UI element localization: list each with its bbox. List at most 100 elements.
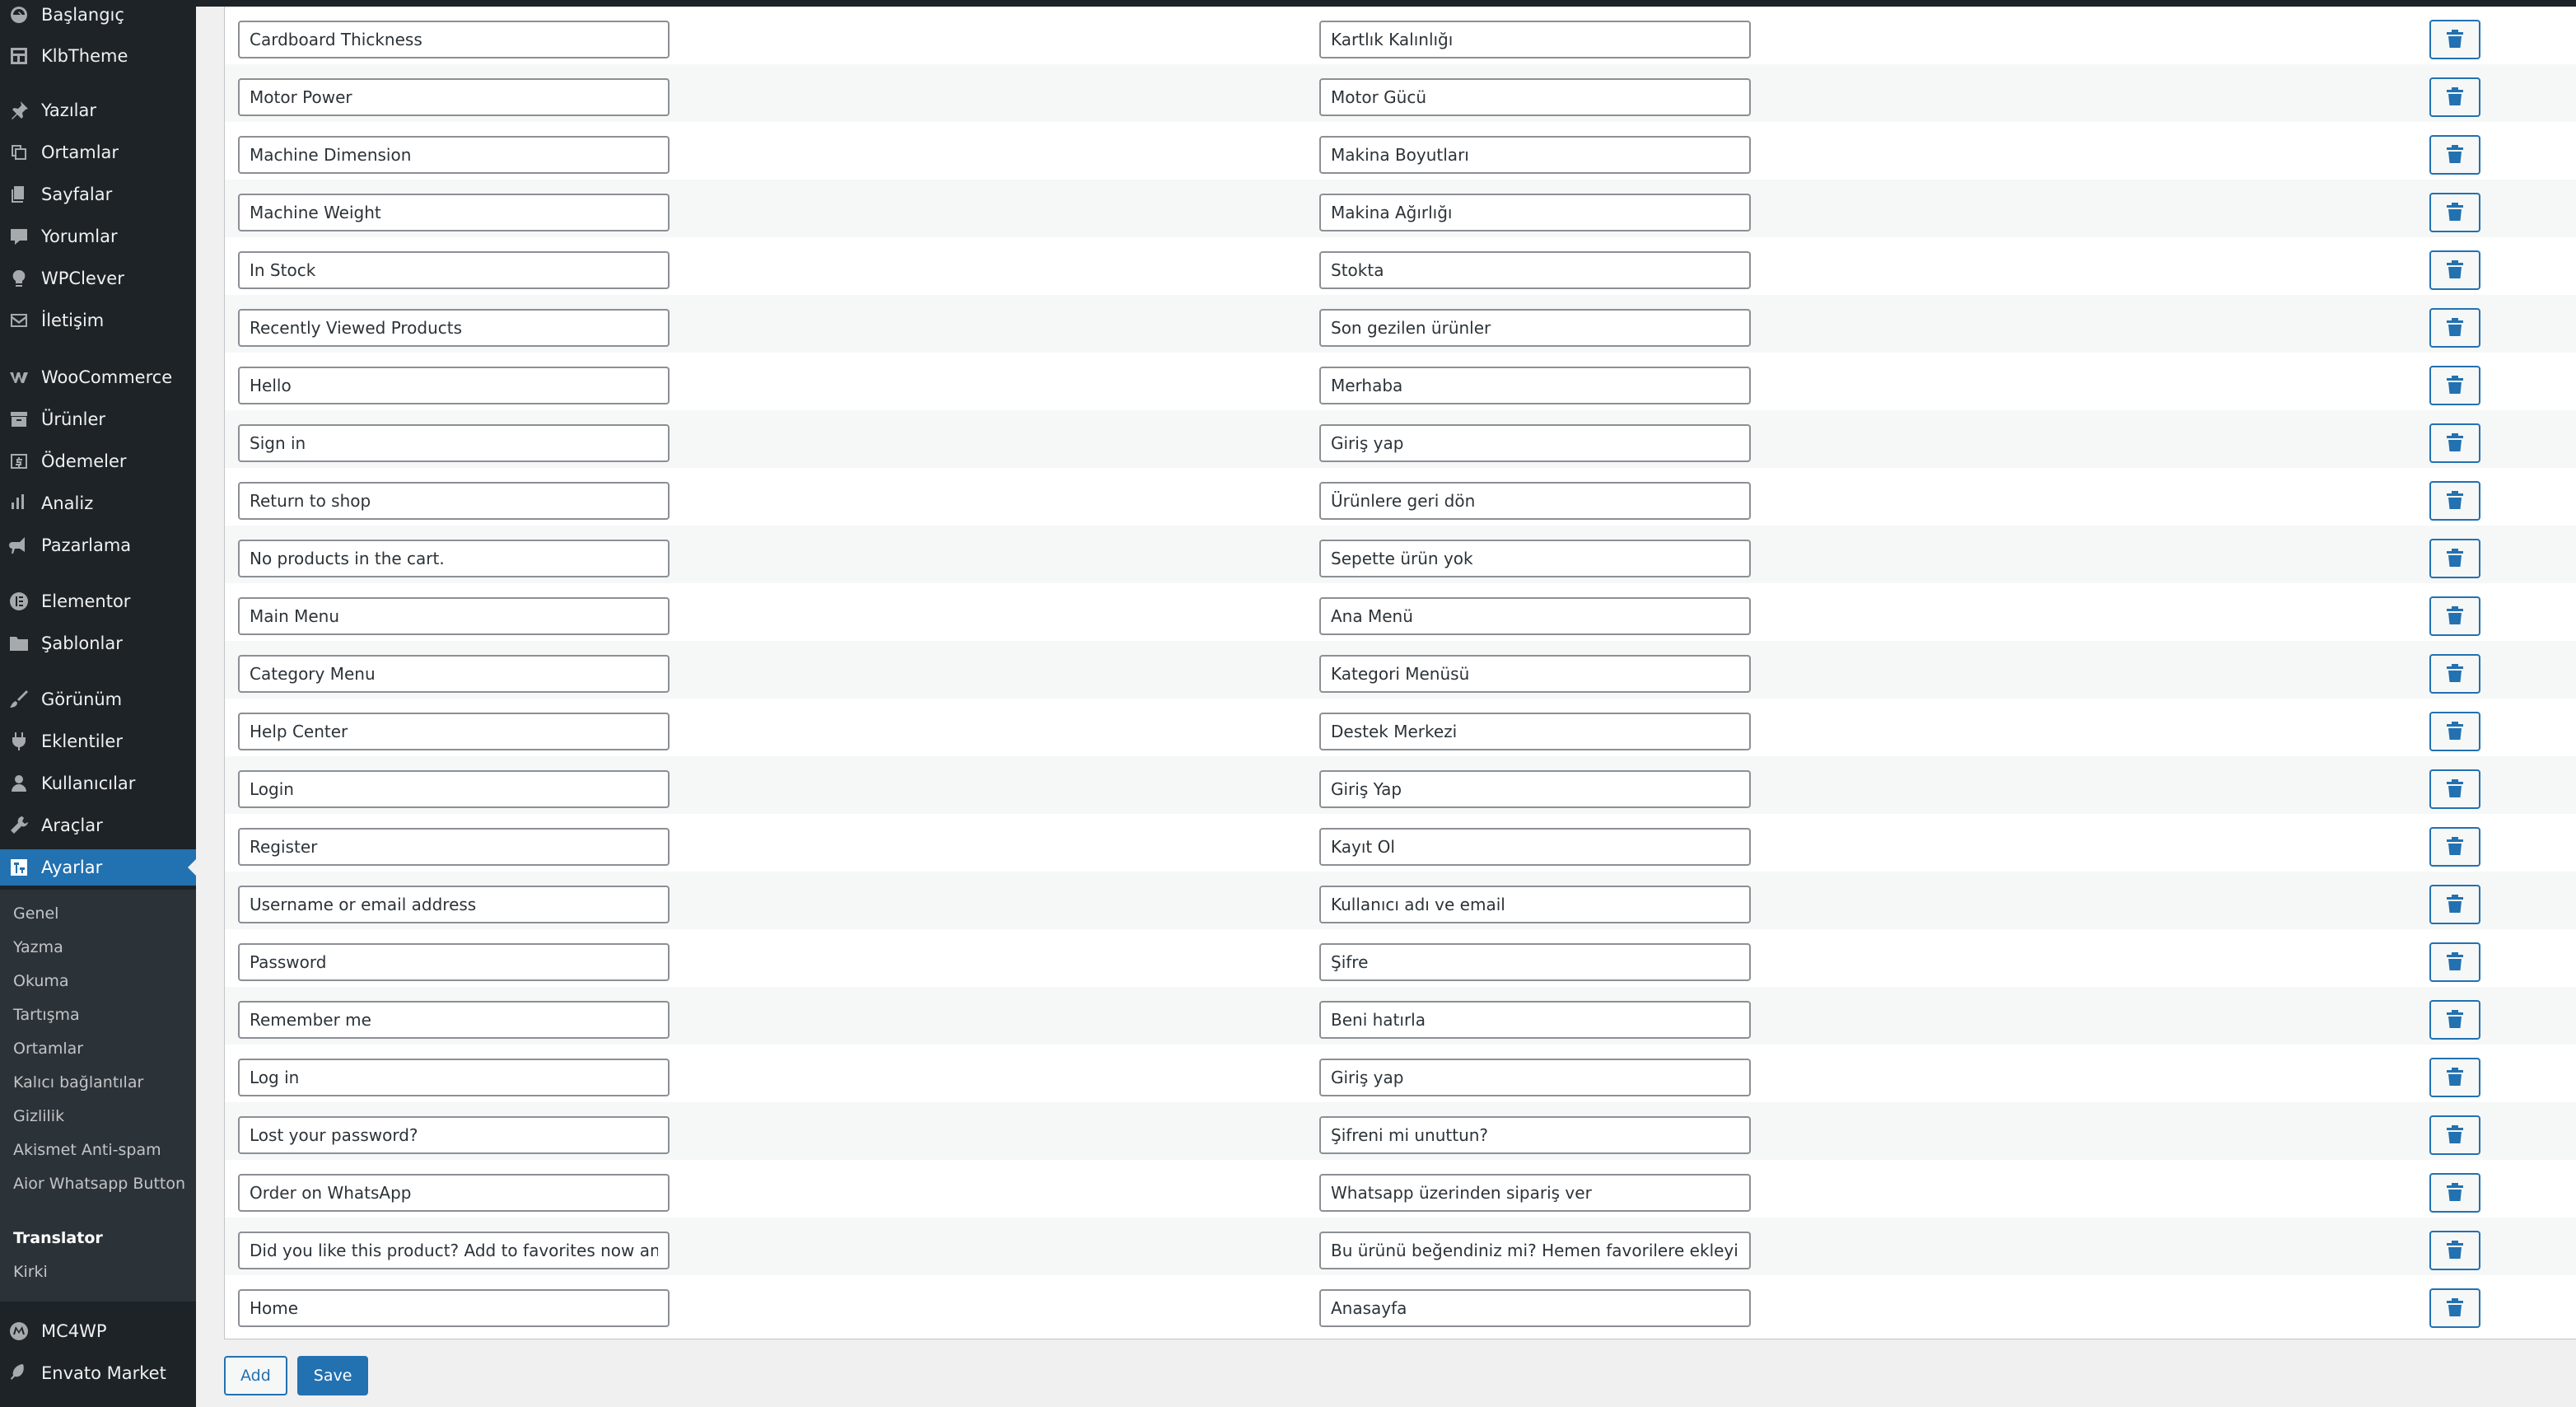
sidebar-item-sayfalar[interactable]: Sayfalar: [0, 176, 196, 213]
submenu-item[interactable]: Genel: [13, 903, 186, 924]
delete-row-button[interactable]: [2429, 539, 2480, 578]
source-text-input[interactable]: [238, 21, 670, 58]
delete-row-button[interactable]: [2429, 654, 2480, 694]
submenu-item[interactable]: Ortamlar: [13, 1038, 186, 1059]
sidebar-item-ablonlar[interactable]: Şablonlar: [0, 625, 196, 661]
translation-text-input[interactable]: [1319, 828, 1751, 866]
delete-row-button[interactable]: [2429, 885, 2480, 924]
source-text-input[interactable]: [238, 482, 670, 520]
source-text-input[interactable]: [238, 655, 670, 693]
translation-text-input[interactable]: [1319, 1289, 1751, 1327]
submenu-item[interactable]: Okuma: [13, 970, 186, 992]
sidebar-item-woocommerce[interactable]: WooCommerce: [0, 359, 196, 395]
delete-row-button[interactable]: [2429, 423, 2480, 463]
sidebar-item-ortamlar[interactable]: Ortamlar: [0, 134, 196, 171]
translation-text-input[interactable]: [1319, 309, 1751, 347]
delete-row-button[interactable]: [2429, 1115, 2480, 1155]
delete-row-button[interactable]: [2429, 308, 2480, 348]
translation-text-input[interactable]: [1319, 1116, 1751, 1154]
delete-row-button[interactable]: [2429, 712, 2480, 751]
add-button[interactable]: Add: [224, 1356, 287, 1395]
submenu-item[interactable]: Gizlilik: [13, 1106, 186, 1127]
translation-text-input[interactable]: [1319, 424, 1751, 462]
submenu-item[interactable]: Tartışma: [13, 1004, 186, 1026]
translation-text-input[interactable]: [1319, 1001, 1751, 1039]
source-text-input[interactable]: [238, 597, 670, 635]
submenu-item[interactable]: Translator: [13, 1227, 186, 1249]
submenu-item[interactable]: Yazma: [13, 937, 186, 958]
translation-text-input[interactable]: [1319, 194, 1751, 231]
delete-row-button[interactable]: [2429, 366, 2480, 405]
submenu-item[interactable]: Aior Whatsapp Button: [13, 1173, 186, 1194]
source-text-input[interactable]: [238, 540, 670, 577]
delete-row-button[interactable]: [2429, 827, 2480, 867]
save-button[interactable]: Save: [296, 1356, 369, 1395]
translation-text-input[interactable]: [1319, 540, 1751, 577]
source-text-input[interactable]: [238, 713, 670, 750]
translation-text-input[interactable]: [1319, 655, 1751, 693]
sidebar-item-klbtheme[interactable]: KlbTheme: [0, 38, 196, 74]
translation-text-input[interactable]: [1319, 21, 1751, 58]
translation-text-input[interactable]: [1319, 1059, 1751, 1096]
delete-row-button[interactable]: [2429, 596, 2480, 636]
sidebar-item-demeler[interactable]: Ödemeler: [0, 443, 196, 479]
delete-row-button[interactable]: [2429, 193, 2480, 232]
sidebar-item-wpclever[interactable]: WPClever: [0, 260, 196, 297]
sidebar-item-ba-lang[interactable]: Başlangıç: [0, 0, 196, 33]
delete-row-button[interactable]: [2429, 1058, 2480, 1097]
source-text-input[interactable]: [238, 1116, 670, 1154]
translation-text-input[interactable]: [1319, 482, 1751, 520]
sidebar-item-i-leti-im[interactable]: İletişim: [0, 302, 196, 339]
translation-text-input[interactable]: [1319, 1174, 1751, 1212]
source-text-input[interactable]: [238, 194, 670, 231]
delete-row-button[interactable]: [2429, 1288, 2480, 1328]
delete-row-button[interactable]: [2429, 769, 2480, 809]
sidebar-item-eklentiler[interactable]: Eklentiler: [0, 723, 196, 760]
sidebar-item-envato-market[interactable]: Envato Market: [0, 1355, 196, 1391]
source-text-input[interactable]: [238, 828, 670, 866]
translation-text-input[interactable]: [1319, 367, 1751, 404]
sidebar-item-g-r-n-m[interactable]: Görünüm: [0, 681, 196, 718]
source-text-input[interactable]: [238, 78, 670, 116]
source-text-input[interactable]: [238, 424, 670, 462]
delete-row-button[interactable]: [2429, 135, 2480, 175]
sidebar-item-analiz[interactable]: Analiz: [0, 485, 196, 521]
sidebar-item-kullan-c-lar[interactable]: Kullanıcılar: [0, 765, 196, 802]
translation-text-input[interactable]: [1319, 886, 1751, 923]
translation-text-input[interactable]: [1319, 597, 1751, 635]
source-text-input[interactable]: [238, 367, 670, 404]
delete-row-button[interactable]: [2429, 250, 2480, 290]
delete-row-button[interactable]: [2429, 20, 2480, 59]
delete-row-button[interactable]: [2429, 77, 2480, 117]
delete-row-button[interactable]: [2429, 942, 2480, 982]
translation-text-input[interactable]: [1319, 770, 1751, 808]
source-text-input[interactable]: [238, 1001, 670, 1039]
source-text-input[interactable]: [238, 1174, 670, 1212]
source-text-input[interactable]: [238, 136, 670, 174]
submenu-item[interactable]: Akismet Anti-spam: [13, 1139, 186, 1161]
sidebar-item-yorumlar[interactable]: Yorumlar: [0, 218, 196, 255]
source-text-input[interactable]: [238, 1059, 670, 1096]
source-text-input[interactable]: [238, 1289, 670, 1327]
delete-row-button[interactable]: [2429, 1231, 2480, 1270]
sidebar-item-elementor[interactable]: Elementor: [0, 583, 196, 619]
source-text-input[interactable]: [238, 1232, 670, 1269]
translation-text-input[interactable]: [1319, 943, 1751, 981]
sidebar-item-ara-lar[interactable]: Araçlar: [0, 807, 196, 844]
translation-text-input[interactable]: [1319, 251, 1751, 289]
translation-text-input[interactable]: [1319, 136, 1751, 174]
sidebar-item-mc4wp[interactable]: MC4WP: [0, 1313, 196, 1349]
submenu-item[interactable]: Kalıcı bağlantılar: [13, 1072, 186, 1093]
translation-text-input[interactable]: [1319, 1232, 1751, 1269]
source-text-input[interactable]: [238, 251, 670, 289]
delete-row-button[interactable]: [2429, 1173, 2480, 1213]
translation-text-input[interactable]: [1319, 78, 1751, 116]
sidebar-item-yaz-lar[interactable]: Yazılar: [0, 92, 196, 129]
delete-row-button[interactable]: [2429, 1000, 2480, 1040]
delete-row-button[interactable]: [2429, 481, 2480, 521]
source-text-input[interactable]: [238, 770, 670, 808]
source-text-input[interactable]: [238, 886, 670, 923]
submenu-item[interactable]: Kirki: [13, 1261, 186, 1283]
translation-text-input[interactable]: [1319, 713, 1751, 750]
source-text-input[interactable]: [238, 309, 670, 347]
